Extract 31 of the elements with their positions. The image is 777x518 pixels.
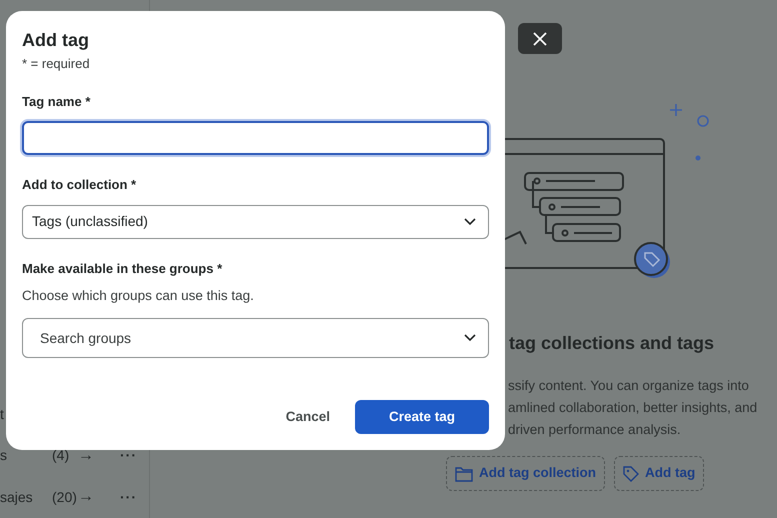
description-line: driven performance analysis. bbox=[508, 421, 682, 439]
folder-icon bbox=[455, 466, 473, 482]
sidebar-item-label[interactable]: s bbox=[0, 445, 7, 466]
field-label: Make available in these groups * bbox=[22, 260, 224, 278]
sidebar-item-label[interactable]: sajes bbox=[0, 486, 33, 508]
close-button[interactable] bbox=[518, 23, 562, 54]
dialog-title: Add tag bbox=[22, 29, 90, 51]
tag-name-field[interactable] bbox=[22, 121, 489, 155]
required-note: * = required bbox=[22, 55, 91, 73]
field-label: Add to collection * bbox=[22, 176, 138, 194]
group-search-select[interactable]: Search groups bbox=[22, 318, 489, 358]
item-count: (4) bbox=[52, 446, 70, 466]
arrow-button[interactable]: → bbox=[78, 485, 94, 510]
cancel-button[interactable]: Cancel bbox=[286, 400, 330, 434]
tag-icon bbox=[623, 466, 640, 482]
chevron-down-icon bbox=[464, 218, 476, 226]
more-button[interactable]: ··· bbox=[120, 486, 137, 508]
more-button[interactable]: ··· bbox=[120, 445, 137, 466]
empty-state-heading: tag collections and tags bbox=[509, 332, 716, 355]
help-text: Choose which groups can use this tag. bbox=[22, 287, 255, 305]
chevron-down-icon bbox=[464, 334, 476, 342]
description-line: amlined collaboration, better insights, and bbox=[508, 399, 758, 417]
description-line: ssify content. You can organize tags into bbox=[508, 377, 750, 395]
field-label: Tag name * bbox=[22, 92, 92, 111]
close-icon bbox=[533, 32, 547, 46]
item-count: (20) bbox=[52, 488, 77, 507]
collection-select[interactable]: Tags (unclassified) bbox=[22, 204, 489, 238]
sidebar-item-label[interactable]: t bbox=[0, 404, 4, 426]
add-collection-button[interactable]: Add tag collection bbox=[446, 456, 606, 491]
create-tag-button[interactable]: Create tag bbox=[355, 400, 489, 434]
add-tag-button[interactable]: Add tag bbox=[614, 456, 704, 491]
